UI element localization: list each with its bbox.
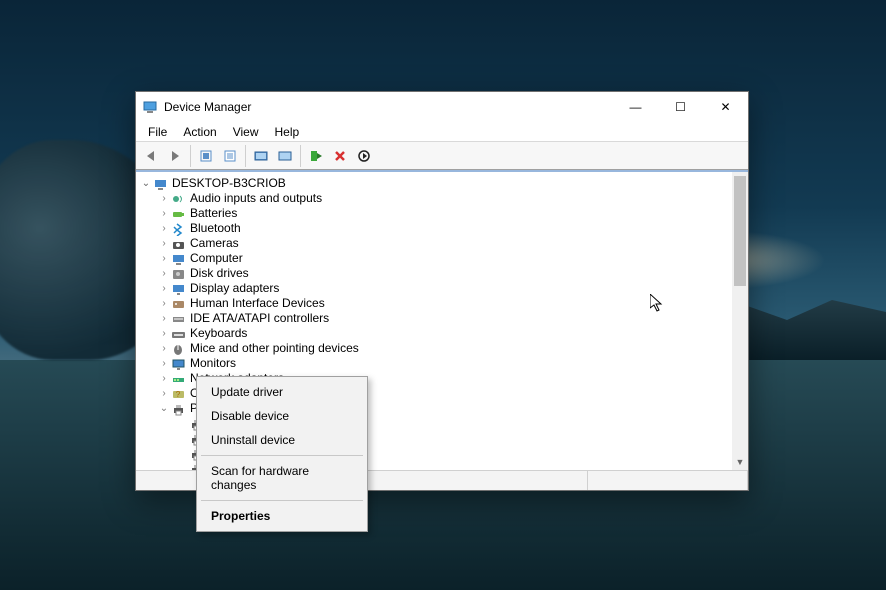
chevron-right-icon[interactable]: › [158, 236, 170, 251]
tree-item[interactable]: › Computer [158, 251, 748, 266]
tree-item-label: Disk drives [190, 266, 249, 281]
menu-separator [201, 455, 363, 456]
chevron-right-icon[interactable]: › [158, 191, 170, 206]
minimize-icon: — [630, 100, 642, 114]
app-icon [142, 99, 158, 115]
network-icon [170, 372, 186, 386]
other-icon: ? [170, 387, 186, 401]
monitor-icon [170, 357, 186, 371]
printer-icon [170, 402, 186, 416]
chevron-right-icon[interactable]: › [158, 356, 170, 371]
vertical-scrollbar[interactable]: ▲ ▼ [732, 172, 748, 470]
menu-item-disable-device[interactable]: Disable device [199, 404, 365, 428]
menu-action[interactable]: Action [175, 123, 224, 141]
camera-icon [170, 237, 186, 251]
tree-item[interactable]: › Monitors [158, 356, 748, 371]
tree-root[interactable]: ⌄ DESKTOP-B3CRIOB [140, 176, 748, 191]
tree-item-label: Audio inputs and outputs [190, 191, 322, 206]
tree-item-label: Computer [190, 251, 243, 266]
menubar: File Action View Help [136, 122, 748, 142]
ide-icon [170, 312, 186, 326]
display-icon [170, 282, 186, 296]
toolbar-separator [300, 145, 301, 167]
close-icon: ✕ [720, 100, 730, 114]
svg-text:?: ? [175, 390, 180, 399]
maximize-button[interactable]: ☐ [658, 92, 703, 122]
chevron-right-icon[interactable]: › [158, 221, 170, 236]
menu-item-scan-for-hardware-changes[interactable]: Scan for hardware changes [199, 459, 365, 497]
tree-item[interactable]: › Keyboards [158, 326, 748, 341]
toolbar [136, 142, 748, 170]
tree-item-label: Display adapters [190, 281, 279, 296]
tree-item[interactable]: › Audio inputs and outputs [158, 191, 748, 206]
tree-item-label: Batteries [190, 206, 237, 221]
tree-item-label: Monitors [190, 356, 236, 371]
chevron-right-icon[interactable]: › [158, 281, 170, 296]
properties-button[interactable] [218, 144, 242, 168]
chevron-right-icon[interactable]: › [158, 341, 170, 356]
mouse-icon [170, 342, 186, 356]
enable-device-button[interactable] [304, 144, 328, 168]
tree-item-label: Bluetooth [190, 221, 241, 236]
show-hidden-button[interactable] [194, 144, 218, 168]
tree-item[interactable]: › Bluetooth [158, 221, 748, 236]
scrollbar-thumb[interactable] [734, 176, 746, 286]
help-button[interactable] [273, 144, 297, 168]
chevron-right-icon[interactable]: › [158, 206, 170, 221]
tree-root-label: DESKTOP-B3CRIOB [172, 176, 286, 191]
menu-separator [201, 500, 363, 501]
window-title: Device Manager [164, 100, 251, 114]
battery-icon [170, 207, 186, 221]
chevron-right-icon[interactable]: › [158, 266, 170, 281]
nav-back-button[interactable] [139, 144, 163, 168]
tree-item-label: Mice and other pointing devices [190, 341, 359, 356]
audio-icon [170, 192, 186, 206]
chevron-right-icon[interactable]: › [158, 386, 170, 401]
scroll-down-icon[interactable]: ▼ [732, 454, 748, 470]
chevron-right-icon[interactable]: › [158, 296, 170, 311]
tree-item-label: Human Interface Devices [190, 296, 325, 311]
tree-item[interactable]: › Batteries [158, 206, 748, 221]
tree-item-label: Keyboards [190, 326, 247, 341]
menu-item-update-driver[interactable]: Update driver [199, 380, 365, 404]
tree-item[interactable]: › Disk drives [158, 266, 748, 281]
minimize-button[interactable]: — [613, 92, 658, 122]
status-cell [588, 471, 748, 490]
disable-device-button[interactable] [328, 144, 352, 168]
menu-view[interactable]: View [225, 123, 267, 141]
cursor-icon [650, 294, 666, 314]
computer-icon [170, 252, 186, 266]
tree-item-label: IDE ATA/ATAPI controllers [190, 311, 329, 326]
tree-item[interactable]: › Cameras [158, 236, 748, 251]
disk-icon [170, 267, 186, 281]
chevron-right-icon[interactable]: › [158, 311, 170, 326]
menu-item-properties[interactable]: Properties [199, 504, 365, 528]
toolbar-separator [245, 145, 246, 167]
computer-icon [152, 177, 168, 191]
tree-item[interactable]: › Mice and other pointing devices [158, 341, 748, 356]
context-menu[interactable]: Update driverDisable deviceUninstall dev… [196, 376, 368, 532]
refresh-button[interactable] [249, 144, 273, 168]
uninstall-button[interactable] [352, 144, 376, 168]
menu-help[interactable]: Help [267, 123, 308, 141]
bluetooth-icon [170, 222, 186, 236]
tree-item-label: Cameras [190, 236, 239, 251]
menu-item-uninstall-device[interactable]: Uninstall device [199, 428, 365, 452]
close-button[interactable]: ✕ [703, 92, 748, 122]
toolbar-separator [190, 145, 191, 167]
chevron-right-icon[interactable]: › [158, 251, 170, 266]
titlebar[interactable]: Device Manager — ☐ ✕ [136, 92, 748, 122]
chevron-right-icon[interactable]: › [158, 371, 170, 386]
chevron-down-icon[interactable]: ⌄ [158, 401, 170, 416]
nav-forward-button[interactable] [163, 144, 187, 168]
chevron-down-icon[interactable]: ⌄ [140, 176, 152, 191]
keyboard-icon [170, 327, 186, 341]
chevron-right-icon[interactable]: › [158, 326, 170, 341]
hid-icon [170, 297, 186, 311]
maximize-icon: ☐ [675, 100, 686, 114]
menu-file[interactable]: File [140, 123, 175, 141]
